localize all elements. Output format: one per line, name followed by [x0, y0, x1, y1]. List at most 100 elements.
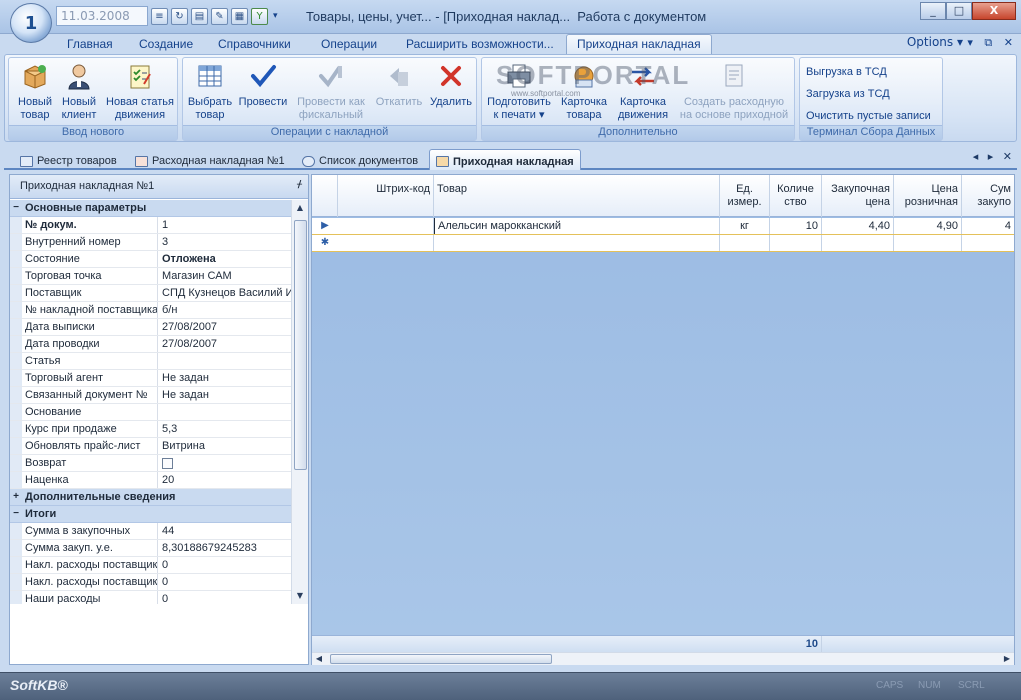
list-icon[interactable]: ≡ [151, 7, 168, 25]
property-row[interactable]: Поставщик СПД Кузнецов Василий И [10, 285, 291, 302]
column-header-retail-price[interactable]: Цена розничная [894, 175, 962, 217]
delete-button[interactable]: Удалить [427, 60, 475, 109]
column-header-qty[interactable]: Количе ство [770, 175, 822, 217]
property-row[interactable]: Основание [10, 404, 291, 421]
scroll-down-icon[interactable]: ▼ [292, 588, 308, 604]
vertical-scrollbar[interactable]: ▲ ▼ [291, 200, 308, 604]
new-cell-product[interactable] [434, 235, 720, 251]
column-header-product[interactable]: Товар [434, 175, 720, 217]
pin-icon[interactable]: ᚋ [297, 179, 302, 190]
property-row[interactable]: Статья [10, 353, 291, 370]
property-row[interactable]: № накладной поставщика б/н [10, 302, 291, 319]
new-cell-barcode[interactable] [338, 235, 434, 251]
filter-icon[interactable]: Y [251, 7, 268, 25]
tab-directories[interactable]: Справочники [218, 35, 291, 54]
mdi-controls[interactable]: ▾ ⧉ ✕ [967, 36, 1017, 50]
select-product-button[interactable]: Выбрать товар [187, 60, 233, 122]
cell-qty[interactable]: 10 [770, 218, 822, 234]
property-row[interactable]: Накл. расходы поставщика 0 [10, 557, 291, 574]
cell-barcode[interactable] [338, 218, 434, 234]
collapse-icon[interactable]: − [10, 506, 22, 522]
column-header-sum[interactable]: Сум закупо [962, 175, 1014, 217]
scroll-left-icon[interactable]: ◀ [312, 653, 326, 665]
calculator-icon[interactable]: ▦ [231, 7, 248, 25]
edit-icon[interactable]: ✎ [211, 7, 228, 25]
column-header-purchase-price[interactable]: Закупочная цена [822, 175, 894, 217]
expand-icon[interactable]: + [10, 489, 22, 505]
table-row[interactable]: ▶ Алельсин марокканский кг 10 4,40 4,90 … [312, 218, 1014, 235]
property-row[interactable]: Торговый агент Не задан [10, 370, 291, 387]
tab-incoming-invoice[interactable]: Приходная накладная [566, 34, 712, 55]
document-icon[interactable]: ▤ [191, 7, 208, 25]
property-row[interactable]: Сумма закуп. у.е. 8,30188679245283 [10, 540, 291, 557]
collapse-icon[interactable]: − [10, 200, 22, 216]
property-row[interactable]: Состояние Отложена [10, 251, 291, 268]
app-menu-button[interactable]: 1 [10, 3, 52, 43]
property-row[interactable]: Дата выписки 27/08/2007 [10, 319, 291, 336]
post-button[interactable]: Провести [238, 60, 288, 109]
cell-sum[interactable]: 4 [962, 218, 1014, 234]
qat-customize-icon[interactable]: ▾ [273, 11, 278, 21]
tab-product-registry[interactable]: Реестр товаров [14, 149, 123, 170]
options-menu[interactable]: Options ▾ [907, 35, 963, 49]
property-row[interactable]: Торговая точка Магазин САМ [10, 268, 291, 285]
new-cell-sum[interactable] [962, 235, 1014, 251]
cell-product[interactable]: Алельсин марокканский [434, 218, 720, 234]
property-row[interactable]: Внутренний номер 3 [10, 234, 291, 251]
new-row[interactable]: ✱ [312, 235, 1014, 252]
property-row[interactable]: Наши расходы 0 [10, 591, 291, 604]
column-header-barcode[interactable]: Штрих-код [338, 175, 434, 217]
new-cell-retail-price[interactable] [894, 235, 962, 251]
tab-operations[interactable]: Операции [321, 35, 377, 54]
property-row[interactable]: Возврат [10, 455, 291, 472]
cell-unit[interactable]: кг [720, 218, 770, 234]
tab-navigation[interactable]: ◂ ▸ ✕ [973, 150, 1015, 163]
category-main[interactable]: − Основные параметры [10, 200, 291, 217]
cell-retail-price[interactable]: 4,90 [894, 218, 962, 234]
minimize-button[interactable]: _ [920, 2, 946, 20]
tab-outgoing-invoice[interactable]: Расходная накладная №1 [129, 149, 291, 170]
import-from-terminal-link[interactable]: Загрузка из ТСД [806, 88, 890, 100]
property-row[interactable]: Обновлять прайс-лист Витрина [10, 438, 291, 455]
property-row[interactable]: Связанный документ № Не задан [10, 387, 291, 404]
date-field[interactable]: 11.03.2008 [56, 6, 148, 26]
property-row[interactable]: Курс при продаже 5,3 [10, 421, 291, 438]
refresh-icon[interactable]: ↻ [171, 7, 188, 25]
category-totals[interactable]: − Итоги [10, 506, 291, 523]
tab-document-list[interactable]: Список документов [296, 149, 424, 170]
tab-extend[interactable]: Расширить возможности... [406, 35, 554, 54]
scroll-right-icon[interactable]: ▶ [1000, 653, 1014, 665]
tab-incoming-invoice-doc[interactable]: Приходная накладная [429, 149, 581, 170]
new-cell-qty[interactable] [770, 235, 822, 251]
property-row[interactable]: Сумма в закупочных 44 [10, 523, 291, 540]
maximize-button[interactable]: □ [946, 2, 972, 20]
scroll-up-icon[interactable]: ▲ [292, 200, 308, 216]
property-row[interactable]: № докум. 1 [10, 217, 291, 234]
tab-create[interactable]: Создание [139, 35, 193, 54]
property-row[interactable]: Дата проводки 27/08/2007 [10, 336, 291, 353]
category-extra[interactable]: + Дополнительные сведения [10, 489, 291, 506]
scroll-thumb[interactable] [294, 220, 307, 470]
column-header-unit[interactable]: Ед. измер. [720, 175, 770, 217]
tab-home[interactable]: Главная [67, 35, 113, 54]
export-to-terminal-link[interactable]: Выгрузка в ТСД [806, 66, 887, 78]
rollback-button[interactable]: Откатить [373, 60, 425, 109]
property-row[interactable]: Накл. расходы поставщика 0 [10, 574, 291, 591]
new-cell-purchase-price[interactable] [822, 235, 894, 251]
create-outgoing-button[interactable]: Создать расходную на основе приходной [674, 60, 794, 122]
new-product-button[interactable]: Новый товар [17, 60, 53, 122]
properties-panel: Приходная накладная №1 ᚋ − Основные пара… [9, 174, 309, 665]
close-button[interactable]: X [972, 2, 1016, 20]
quick-access-toolbar: 11.03.2008 ≡ ↻ ▤ ✎ ▦ Y ▾ [56, 6, 278, 26]
cell-purchase-price[interactable]: 4,40 [822, 218, 894, 234]
new-client-button[interactable]: Новый клиент [59, 60, 99, 122]
new-movement-item-button[interactable]: Новая статья движения [103, 60, 177, 122]
property-grid: − Основные параметры № докум. 1 Внутренни… [10, 200, 291, 604]
clear-empty-records-link[interactable]: Очистить пустые записи [806, 110, 931, 122]
scroll-thumb[interactable] [330, 654, 552, 664]
new-cell-unit[interactable] [720, 235, 770, 251]
property-row[interactable]: Наценка 20 [10, 472, 291, 489]
post-fiscal-button[interactable]: Провести как фискальный [292, 60, 370, 122]
horizontal-scrollbar[interactable]: ◀ ▶ [312, 652, 1014, 665]
return-checkbox[interactable] [162, 458, 173, 469]
